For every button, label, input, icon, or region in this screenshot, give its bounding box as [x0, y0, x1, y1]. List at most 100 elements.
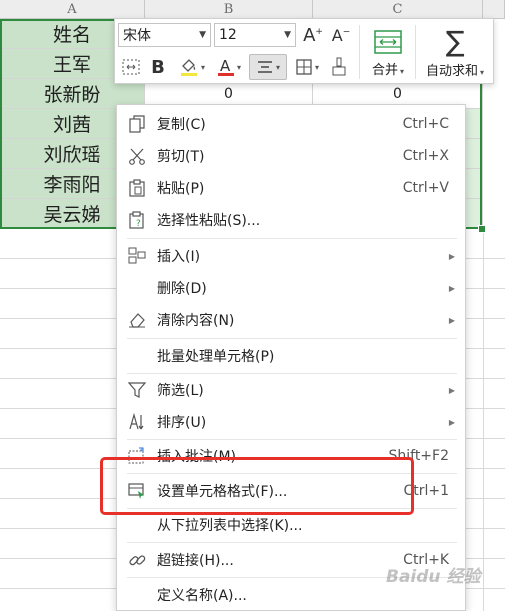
chevron-down-icon: ▾	[236, 62, 241, 72]
autosum-label: 自动求和	[425, 63, 478, 79]
align-center-button[interactable]: ▾	[249, 54, 287, 80]
menu-divider	[127, 542, 457, 543]
menu-item-label: 定义名称(A)...	[157, 588, 247, 604]
menu-item-label: 插入批注(M)	[157, 449, 237, 465]
menu-item-insert[interactable]: 插入(I) ▶	[117, 241, 465, 271]
menu-divider	[127, 508, 457, 509]
menu-item-label: 复制(C)	[157, 117, 206, 133]
filter-icon	[127, 380, 147, 400]
menu-item-label: 删除(D)	[157, 281, 207, 297]
sort-icon	[127, 412, 147, 432]
svg-text:A: A	[220, 57, 231, 75]
hyperlink-icon	[127, 550, 147, 570]
paste-icon	[127, 178, 147, 198]
menu-item-sort[interactable]: 排序(U) ▶	[117, 407, 465, 437]
menu-item-batch-process[interactable]: 批量处理单元格(P)	[117, 341, 465, 371]
menu-divider	[127, 338, 457, 339]
column-header-b[interactable]: B	[145, 0, 313, 19]
submenu-arrow-icon: ▶	[448, 251, 455, 261]
menu-item-shortcut: Ctrl+V	[402, 180, 449, 196]
menu-item-pick-from-list[interactable]: 从下拉列表中选择(K)...	[117, 510, 465, 540]
insert-icon	[127, 246, 147, 266]
menu-item-label: 设置单元格格式(F)...	[157, 484, 288, 500]
menu-item-shortcut: Ctrl+C	[402, 116, 449, 132]
comment-icon: *	[127, 446, 147, 466]
paintbrush-icon	[332, 57, 346, 76]
chevron-down-icon: ▾	[314, 62, 319, 72]
menu-item-label: 筛选(L)	[157, 383, 204, 399]
menu-item-filter[interactable]: 筛选(L) ▶	[117, 375, 465, 405]
menu-item-label: 剪切(T)	[157, 149, 205, 165]
menu-item-shortcut: Ctrl+1	[403, 483, 449, 499]
fill-handle[interactable]	[478, 225, 486, 233]
menu-item-format-cells[interactable]: 设置单元格格式(F)... Ctrl+1	[117, 476, 465, 506]
menu-divider	[127, 238, 457, 239]
paste-special-icon: ?	[127, 210, 147, 230]
chevron-down-icon: ▾	[480, 67, 485, 77]
svg-text:*: *	[140, 448, 143, 455]
font-size-select[interactable]: 12 ▼	[214, 23, 296, 47]
submenu-arrow-icon: ▶	[448, 283, 455, 293]
increase-font-button[interactable]: A+	[301, 22, 325, 48]
submenu-arrow-icon: ▶	[448, 417, 455, 427]
bold-icon: B	[151, 56, 165, 78]
font-increase-icon: A+	[303, 24, 323, 46]
format-painter-button[interactable]	[327, 55, 351, 79]
cell-fit-button[interactable]	[119, 55, 143, 79]
menu-item-insert-comment[interactable]: * 插入批注(M) Shift+F2	[117, 441, 465, 471]
menu-item-label: 批量处理单元格(P)	[157, 349, 275, 365]
menu-item-shortcut: Shift+F2	[388, 448, 449, 464]
fill-bucket-icon	[180, 59, 197, 76]
fit-cells-icon	[122, 59, 140, 75]
font-color-icon: A	[217, 57, 234, 76]
menu-item-copy[interactable]: 复制(C) Ctrl+C	[117, 109, 465, 139]
bold-button[interactable]: B	[147, 55, 169, 79]
fill-color-button[interactable]: ▾	[175, 55, 209, 79]
menu-item-label: 从下拉列表中选择(K)...	[157, 518, 303, 534]
menu-item-label: 粘贴(P)	[157, 181, 205, 197]
merge-cells-icon	[374, 29, 402, 54]
watermark: Baidu 经验	[386, 567, 481, 587]
copy-icon	[127, 114, 147, 134]
menu-item-cut[interactable]: 剪切(T) Ctrl+X	[117, 141, 465, 171]
chevron-down-icon: ▾	[200, 62, 205, 72]
decrease-font-button[interactable]: A−	[329, 22, 353, 48]
align-center-icon	[257, 61, 272, 73]
font-name-select[interactable]: 宋体 ▼	[118, 23, 211, 47]
menu-item-clear-contents[interactable]: 清除内容(N) ▶	[117, 305, 465, 335]
cut-icon	[127, 146, 147, 166]
chevron-down-icon: ▾	[275, 62, 280, 72]
menu-item-label: 插入(I)	[157, 249, 201, 265]
submenu-arrow-icon: ▶	[448, 385, 455, 395]
toolbar-divider	[359, 25, 360, 79]
mini-toolbar: 宋体 ▼ 12 ▼ A+ A− B ▾ A ▾ ▾ ▾ 合并 ▾ ∑ 自动求和 …	[114, 18, 494, 84]
chevron-down-icon: ▼	[284, 30, 291, 40]
format-cells-icon	[127, 481, 147, 501]
merge-label: 合并	[371, 62, 398, 78]
column-header-c[interactable]: C	[313, 0, 483, 19]
font-color-button[interactable]: A ▾	[213, 55, 245, 79]
context-menu: 复制(C) Ctrl+C 剪切(T) Ctrl+X 粘贴(P) Ctrl+V ?…	[116, 104, 466, 611]
chevron-down-icon: ▾	[400, 66, 405, 76]
submenu-arrow-icon: ▶	[448, 315, 455, 325]
font-size-value: 12	[219, 27, 237, 43]
autosum-button[interactable]: ∑ 自动求和 ▾	[418, 23, 492, 83]
menu-item-paste[interactable]: 粘贴(P) Ctrl+V	[117, 173, 465, 203]
svg-text:?: ?	[136, 219, 141, 229]
menu-divider	[127, 473, 457, 474]
menu-item-paste-special[interactable]: ? 选择性粘贴(S)...	[117, 205, 465, 235]
menu-item-delete[interactable]: 删除(D) ▶	[117, 273, 465, 303]
menu-divider	[127, 373, 457, 374]
menu-item-shortcut: Ctrl+X	[402, 148, 449, 164]
menu-item-label: 清除内容(N)	[157, 313, 235, 329]
grid-line	[483, 229, 484, 611]
borders-button[interactable]: ▾	[291, 55, 323, 79]
toolbar-divider	[415, 25, 416, 79]
column-header-d[interactable]	[483, 0, 505, 19]
menu-item-label: 选择性粘贴(S)...	[157, 213, 261, 229]
merge-button[interactable]: 合并 ▾	[367, 23, 409, 83]
menu-item-label: 超链接(H)...	[157, 553, 234, 569]
border-grid-icon	[296, 59, 312, 75]
column-header-a[interactable]: A	[0, 0, 145, 19]
menu-item-label: 排序(U)	[157, 415, 207, 431]
